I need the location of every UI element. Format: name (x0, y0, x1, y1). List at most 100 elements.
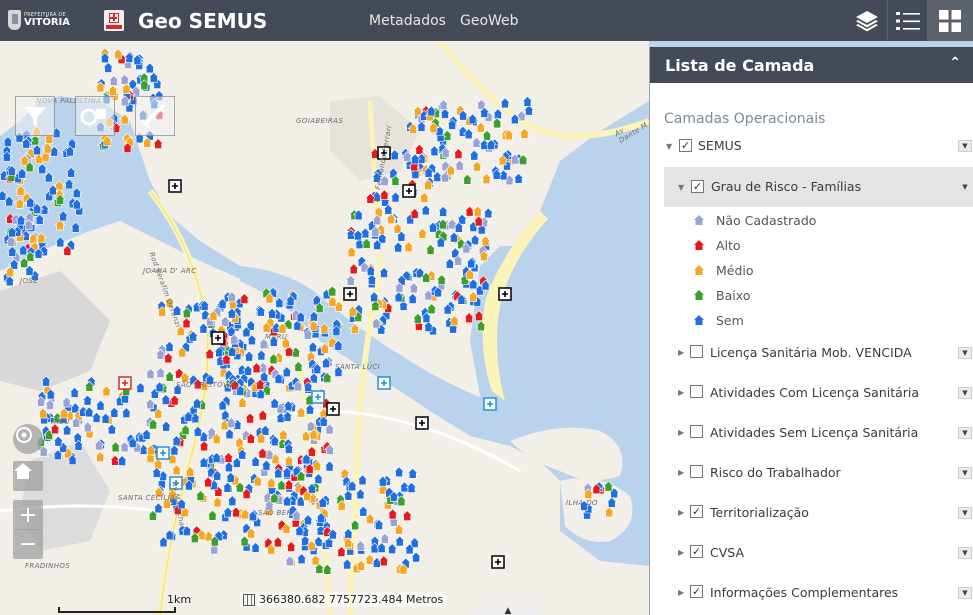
map-label-joana-darc: JOANA D' ARC (143, 267, 197, 275)
legend-item-baixo: Baixo (650, 283, 973, 308)
map-label-fradinhos: FRADINHOS (25, 562, 71, 570)
risk-house-marker[interactable] (14, 185, 27, 196)
risk-house-marker[interactable] (69, 221, 82, 233)
layer-list-button[interactable] (887, 0, 927, 41)
layer-row-informacoes[interactable]: ▶ ✓ Informações Complementares ▼ (650, 573, 973, 613)
coordinate-text: 366380.682 7757723.484 Metros (259, 593, 444, 606)
layer-label: CVSA (710, 545, 744, 560)
layer-label: SEMUS (698, 138, 742, 153)
layer-label: Atividades Com Licença Sanitária (710, 385, 920, 400)
risk-house-marker[interactable] (31, 144, 43, 156)
expand-triangle-icon[interactable]: ▶ (678, 348, 684, 357)
layer-row-grau-de-risco[interactable]: ▼ ✓ Grau de Risco - Famílias ▼ (664, 167, 973, 207)
risk-house-marker[interactable] (54, 236, 67, 248)
layer-menu-button[interactable]: ▼ (958, 587, 972, 599)
risk-house-marker[interactable] (71, 187, 83, 199)
layer-label: Territorialização (710, 505, 809, 520)
layer-row-territorializacao[interactable]: ▶ ✓ Territorialização ▼ (650, 493, 973, 533)
legend-item-medio: Médio (650, 258, 973, 283)
bottom-panel-toggle[interactable]: ▲ (476, 605, 540, 615)
measure-icon (141, 103, 166, 130)
layers-button[interactable] (847, 0, 887, 41)
legend-item-sem: Sem (650, 308, 973, 333)
legend-item-alto: Alto (650, 233, 973, 258)
expand-triangle-icon[interactable]: ▶ (678, 428, 684, 437)
layer-row-licenca-vencida[interactable]: ▶ Licença Sanitária Mob. VENCIDA ▼ (650, 333, 973, 373)
expand-triangle-icon[interactable]: ▶ (678, 548, 684, 557)
house-marker-icon (694, 240, 704, 250)
layer-checkbox[interactable] (690, 345, 703, 358)
layer-row-semus[interactable]: ▼ ✓ SEMUS ▼ (650, 126, 973, 166)
scale-bar (58, 607, 176, 613)
minus-icon: − (18, 531, 38, 557)
app-title: Geo SEMUS (138, 9, 268, 33)
map-label-sao-cristovao: SÃO CRISTÓVÃO (176, 381, 239, 389)
layer-checkbox[interactable]: ✓ (690, 505, 703, 518)
layer-menu-button[interactable]: ▼ (958, 347, 972, 359)
layer-menu-button[interactable]: ▼ (958, 181, 972, 193)
layer-checkbox[interactable] (690, 425, 703, 438)
map-view[interactable]: NOVA PALESTINA GOIABEIRAS JOANA D' ARC S… (0, 41, 649, 615)
map-label-santa-lucia: SANTA LÚCI (335, 363, 381, 371)
draw-shapes-icon (80, 108, 106, 126)
layer-row-risco-trabalhador[interactable]: ▶ Risco do Trabalhador ▼ (650, 453, 973, 493)
map-label-ilha: ILHA DO (566, 499, 598, 507)
filter-tool-button[interactable] (15, 96, 55, 136)
layer-checkbox[interactable]: ✓ (690, 545, 703, 558)
layer-row-com-licenca[interactable]: ▶ Atividades Com Licença Sanitária ▼ (650, 373, 973, 413)
prefeitura-logo: PREFEITURA DE VITÓRIA (8, 8, 70, 32)
layer-label: Risco do Trabalhador (710, 465, 841, 480)
expand-triangle-icon[interactable]: ▼ (678, 183, 684, 192)
layer-checkbox[interactable]: ✓ (690, 585, 703, 598)
layer-menu-button[interactable]: ▼ (958, 547, 972, 559)
draw-tool-button[interactable] (75, 96, 115, 136)
measure-tool-button[interactable] (135, 96, 175, 136)
zoom-in-button[interactable]: + (13, 500, 43, 530)
home-button[interactable] (13, 461, 43, 491)
layer-label: Informações Complementares (710, 585, 899, 600)
expand-triangle-icon[interactable]: ▶ (678, 588, 684, 597)
layer-menu-button[interactable]: ▼ (958, 140, 972, 152)
expand-triangle-icon[interactable]: ▶ (678, 388, 684, 397)
risk-house-marker[interactable] (57, 210, 69, 222)
layer-row-cvsa[interactable]: ▶ ✓ CVSA ▼ (650, 533, 973, 573)
risk-house-marker[interactable] (16, 167, 28, 179)
map-label-jose: JOSÉ (20, 277, 39, 285)
risk-house-marker[interactable] (65, 166, 77, 178)
risk-house-marker[interactable] (36, 163, 48, 175)
risk-house-marker[interactable] (2, 136, 14, 147)
layers-icon (856, 10, 878, 31)
layer-menu-button[interactable]: ▼ (958, 507, 972, 519)
expand-triangle-icon[interactable]: ▼ (666, 142, 672, 151)
grid-button[interactable] (927, 0, 973, 41)
grid-icon (939, 9, 961, 32)
risk-house-marker[interactable] (6, 246, 18, 257)
expand-triangle-icon[interactable]: ▶ (678, 468, 684, 477)
layer-row-sem-licenca[interactable]: ▶ Atividades Sem Licença Sanitária ▼ (650, 413, 973, 453)
risk-house-marker[interactable] (473, 310, 485, 321)
map-label-maruipe: MARU (265, 333, 288, 341)
zoom-out-button[interactable]: − (13, 529, 43, 559)
nav-metadados[interactable]: Metadados (369, 13, 446, 29)
collapse-icon[interactable]: ⌃ (949, 55, 961, 71)
layer-menu-button[interactable]: ▼ (958, 427, 972, 439)
layer-label: Licença Sanitária Mob. VENCIDA (710, 345, 912, 360)
panel-title: Lista de Camada (665, 55, 815, 75)
layer-checkbox[interactable]: ✓ (691, 180, 704, 193)
house-marker-icon (694, 215, 704, 225)
risk-house-marker[interactable] (63, 178, 75, 190)
nav-geoweb[interactable]: GeoWeb (460, 13, 519, 29)
locate-button[interactable] (13, 424, 43, 454)
layer-checkbox[interactable] (690, 465, 703, 478)
coordinate-grid-icon[interactable] (243, 593, 255, 606)
expand-triangle-icon[interactable]: ▶ (678, 508, 684, 517)
map-label-goiabeiras: GOIABEIRAS (296, 117, 344, 125)
risk-house-marker[interactable] (54, 219, 66, 231)
house-marker-icon (694, 265, 704, 275)
layer-checkbox[interactable] (690, 385, 703, 398)
layer-menu-button[interactable]: ▼ (958, 387, 972, 399)
map-label-sao-benedito: SÃO BEN (258, 509, 293, 517)
health-app-icon (104, 10, 124, 31)
layer-menu-button[interactable]: ▼ (958, 467, 972, 479)
layer-checkbox[interactable]: ✓ (679, 139, 692, 152)
